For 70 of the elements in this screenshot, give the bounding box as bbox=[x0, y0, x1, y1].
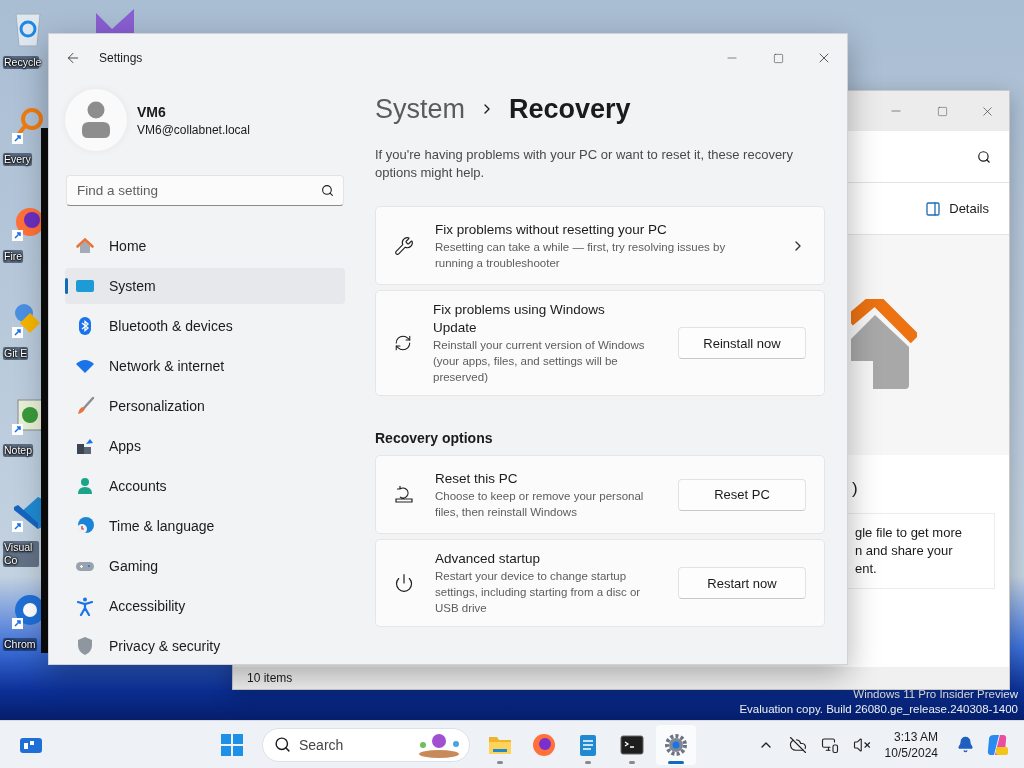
watermark-text: Windows 11 Pro Insider Preview bbox=[852, 687, 1018, 702]
details-button[interactable]: Details bbox=[923, 196, 991, 221]
accessibility-icon bbox=[75, 596, 95, 616]
user-name: VM6 bbox=[137, 103, 167, 120]
fox-icon bbox=[531, 731, 557, 758]
shield-icon bbox=[75, 636, 95, 656]
nav-item[interactable]: Network & internet bbox=[65, 348, 345, 384]
option-description: Choose to keep or remove your personal files, then reinstall Windows bbox=[435, 488, 645, 520]
desktop-icon-label[interactable]: Visual Co bbox=[3, 541, 39, 567]
cloud-off-icon bbox=[788, 735, 807, 754]
clock-time[interactable]: 3:13 AM bbox=[893, 728, 938, 745]
nav-item[interactable]: Privacy & security bbox=[65, 628, 345, 664]
nav-item[interactable]: Time & language bbox=[65, 508, 345, 544]
page-title: Recovery bbox=[509, 93, 631, 125]
bell-icon bbox=[956, 736, 974, 753]
person-icon bbox=[75, 476, 95, 496]
clock-date[interactable]: 10/5/2024 bbox=[884, 744, 938, 761]
monitor-icon bbox=[820, 735, 839, 754]
clock-icon bbox=[75, 516, 95, 536]
maximize-icon bbox=[772, 52, 784, 64]
window-title: Settings bbox=[99, 51, 144, 65]
nav-item[interactable]: Gaming bbox=[65, 548, 345, 584]
card-text: n and share your bbox=[855, 542, 954, 560]
card-text: ent. bbox=[855, 560, 878, 578]
nav-item[interactable]: Accounts bbox=[65, 468, 345, 504]
sync-icon bbox=[394, 334, 412, 352]
card-text: gle file to get more bbox=[855, 524, 963, 542]
action-button[interactable]: Reset PC bbox=[678, 478, 806, 511]
gear-icon bbox=[663, 731, 689, 758]
settings-search-field[interactable]: Find a setting bbox=[66, 175, 344, 206]
nav-item[interactable]: Apps bbox=[65, 428, 345, 464]
page-description: If you're having problems with your PC or want to reset it, these recovery options might help. bbox=[375, 146, 794, 182]
option-title: Reset this PC bbox=[435, 469, 519, 488]
house-icon bbox=[75, 236, 95, 256]
option-title: Fix problems without resetting your PC bbox=[435, 220, 668, 239]
search-icon bbox=[274, 735, 291, 753]
assistant-icon bbox=[985, 732, 1009, 757]
nav-item[interactable]: System bbox=[65, 268, 345, 304]
brush-icon bbox=[75, 396, 95, 416]
status-text: 10 items bbox=[233, 667, 1009, 689]
option-title: Advanced startup bbox=[435, 550, 542, 568]
option-description: Resetting can take a while — first, try resolving issues by running a troubleshooter bbox=[435, 239, 727, 271]
magnifier-icon bbox=[10, 105, 46, 145]
breadcrumb-link[interactable]: System bbox=[375, 93, 466, 125]
house-icon bbox=[851, 299, 917, 391]
nav-item[interactable]: Home bbox=[65, 228, 345, 264]
option-description: Restart your device to change startup settings, including starting from a disc or USB drive bbox=[435, 569, 642, 616]
action-button[interactable]: Restart now bbox=[678, 567, 806, 599]
nav-item[interactable]: Bluetooth & devices bbox=[65, 308, 345, 344]
reset-icon bbox=[394, 484, 414, 505]
taskbar-search-field[interactable]: Search bbox=[262, 727, 470, 762]
power-icon bbox=[394, 573, 414, 593]
person-icon bbox=[81, 101, 111, 139]
option-description: Reinstall your current version of Windows (your apps, files, and settings will be preserved) bbox=[433, 338, 646, 385]
panel-icon bbox=[925, 200, 942, 217]
section-heading: ) bbox=[851, 479, 859, 499]
volume-mute-icon bbox=[852, 735, 871, 754]
search-icon[interactable] bbox=[977, 149, 991, 164]
windows-icon bbox=[221, 733, 243, 756]
nav-item[interactable]: Personalization bbox=[65, 388, 345, 424]
action-button[interactable]: Reinstall now bbox=[678, 327, 806, 359]
maximize-icon bbox=[936, 105, 948, 117]
watermark-text: Evaluation copy. Build 26080.ge_release.240308-1400 bbox=[739, 702, 1018, 717]
option-title: Fix problems using Windows Update bbox=[433, 301, 606, 337]
user-email: VM6@collabnet.local bbox=[137, 122, 250, 137]
nav-item[interactable]: Accessibility bbox=[65, 588, 345, 624]
section-heading: Recovery options bbox=[375, 430, 494, 446]
search-icon bbox=[321, 184, 334, 197]
balloon-drawing bbox=[416, 731, 462, 758]
wrench-icon bbox=[394, 235, 414, 256]
